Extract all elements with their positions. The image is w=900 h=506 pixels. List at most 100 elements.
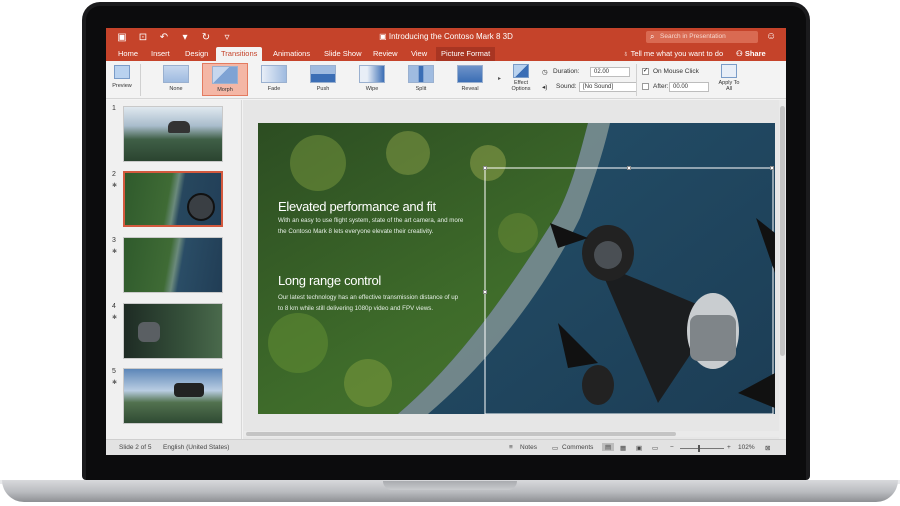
zoom-slider-thumb[interactable] <box>698 445 700 452</box>
transition-reveal[interactable]: Reveal <box>447 63 493 96</box>
reading-view-icon[interactable]: ▣ <box>636 444 642 452</box>
duration-label: Duration: <box>553 68 580 75</box>
tab-home[interactable]: Home <box>113 47 143 61</box>
ribbon-divider <box>140 64 141 96</box>
search-input[interactable]: ⌕ Search in Presentation <box>646 31 758 43</box>
horizontal-scrollbar[interactable] <box>244 431 779 437</box>
tab-picture-format[interactable]: Picture Format <box>436 47 496 61</box>
transition-split-icon <box>408 65 434 83</box>
lightbulb-icon: ♁ <box>623 49 631 58</box>
current-slide[interactable]: Elevated performance and fit With an eas… <box>258 123 775 414</box>
slide-body-2-line-2[interactable]: to 8 km while still delivering 1080p vid… <box>278 304 433 315</box>
slide-thumbnail-4[interactable] <box>123 303 223 359</box>
apply-to-all-button[interactable]: Apply To All <box>716 63 742 92</box>
tab-slide-show[interactable]: Slide Show <box>319 47 367 61</box>
slide-number: 5 <box>112 368 116 375</box>
sound-label: Sound: <box>556 83 577 90</box>
ribbon-tab-bar: Home Insert Design Transitions Animation… <box>106 47 786 61</box>
tab-design[interactable]: Design <box>180 47 213 61</box>
slide-thumbnail-pane: 1 2 ✱ 3 ✱ 4 ✱ 5 ✱ <box>106 100 242 439</box>
slideshow-icon[interactable]: ▭ <box>652 444 658 452</box>
transition-fade[interactable]: Fade <box>251 63 297 96</box>
duration-field[interactable]: 02.00 <box>590 67 630 77</box>
language-indicator[interactable]: English (United States) <box>163 444 229 451</box>
tab-insert[interactable]: Insert <box>146 47 175 61</box>
fit-to-window-icon[interactable]: ⊠ <box>765 444 770 452</box>
after-field[interactable]: 00.00 <box>669 82 709 92</box>
ribbon-divider <box>636 64 637 96</box>
comments-button[interactable]: Comments <box>562 444 593 451</box>
slide-body-1-line-1[interactable]: With an easy to use flight system, state… <box>278 216 463 227</box>
zoom-slider[interactable] <box>680 448 724 449</box>
on-mouse-click-checkbox[interactable]: ✓ <box>642 68 649 75</box>
slide-thumbnail-2[interactable] <box>123 171 223 227</box>
slide-number: 2 <box>112 171 116 178</box>
feedback-smiley-icon[interactable]: ☺ <box>766 31 776 42</box>
transition-morph[interactable]: Morph <box>202 63 248 96</box>
sound-select[interactable]: [No Sound] <box>579 82 637 92</box>
slide-heading-2[interactable]: Long range control <box>278 273 381 288</box>
tell-me-box[interactable]: ♁ Tell me what you want to do <box>623 47 723 61</box>
vertical-scrollbar[interactable] <box>779 100 786 439</box>
transition-none[interactable]: None <box>153 63 199 96</box>
transition-morph-icon <box>212 66 238 84</box>
transition-fade-icon <box>261 65 287 83</box>
slide-thumbnail-1[interactable] <box>123 106 223 162</box>
clock-icon: ◷ <box>542 69 548 76</box>
status-bar: Slide 2 of 5 English (United States) ≡ N… <box>106 439 786 455</box>
comments-icon: ▭ <box>552 445 559 452</box>
transition-star-icon: ✱ <box>112 315 118 321</box>
transition-none-icon <box>163 65 189 83</box>
resize-handle[interactable] <box>483 166 487 170</box>
resize-handle[interactable] <box>483 290 487 294</box>
transition-wipe-icon <box>359 65 385 83</box>
slide-thumbnail-3[interactable] <box>123 237 223 293</box>
tab-animations[interactable]: Animations <box>268 47 315 61</box>
resize-handle[interactable] <box>627 166 631 170</box>
after-label: After: <box>653 83 669 90</box>
slide-body-2-line-1[interactable]: Our latest technology has an effective t… <box>278 293 458 304</box>
laptop-notch <box>383 481 517 490</box>
preview-button[interactable]: Preview <box>109 63 135 89</box>
transition-push[interactable]: Push <box>300 63 346 96</box>
laptop-mockup: ▣ ⊡ ↶ ▾ ↻ ▿ ▣ Introducing the Contoso Ma… <box>0 0 900 506</box>
normal-view-icon[interactable]: ▤ <box>602 443 615 451</box>
tab-review[interactable]: Review <box>368 47 403 61</box>
slide-number: 4 <box>112 303 116 310</box>
slide-sorter-icon[interactable]: ▦ <box>620 444 626 452</box>
transition-reveal-icon <box>457 65 483 83</box>
notes-button[interactable]: Notes <box>520 444 537 451</box>
title-bar: ▣ ⊡ ↶ ▾ ↻ ▿ ▣ Introducing the Contoso Ma… <box>106 28 786 47</box>
slide-indicator: Slide 2 of 5 <box>119 444 152 451</box>
transition-split[interactable]: Split <box>398 63 444 96</box>
slide-heading-1[interactable]: Elevated performance and fit <box>278 199 436 214</box>
powerpoint-doc-icon: ▣ <box>379 32 389 41</box>
transitions-ribbon: Preview None Morph Fade Push Wipe Split … <box>106 61 786 99</box>
sound-icon: ◂) <box>542 84 548 91</box>
on-mouse-click-label: On Mouse Click <box>653 68 699 75</box>
tab-view[interactable]: View <box>406 47 432 61</box>
slide-body-1-line-2[interactable]: the Contoso Mark 8 lets everyone elevate… <box>278 227 433 238</box>
transition-star-icon: ✱ <box>112 183 118 189</box>
share-button[interactable]: ⚇ Share <box>736 47 766 61</box>
zoom-in-icon[interactable]: + <box>727 444 731 451</box>
slide-background-image <box>258 123 775 414</box>
apply-to-all-icon <box>721 64 737 78</box>
share-icon: ⚇ <box>736 49 745 58</box>
transition-push-icon <box>310 65 336 83</box>
zoom-level[interactable]: 102% <box>738 444 755 451</box>
transition-wipe[interactable]: Wipe <box>349 63 395 96</box>
after-checkbox[interactable] <box>642 83 649 90</box>
slide-thumbnail-5[interactable] <box>123 368 223 424</box>
search-icon: ⌕ <box>650 32 655 41</box>
gallery-more-arrow-icon[interactable]: ▸ <box>498 75 501 82</box>
slide-number: 1 <box>112 105 116 112</box>
preview-icon <box>114 65 130 79</box>
zoom-out-icon[interactable]: − <box>670 444 674 451</box>
transition-star-icon: ✱ <box>112 380 118 386</box>
powerpoint-window: ▣ ⊡ ↶ ▾ ↻ ▿ ▣ Introducing the Contoso Ma… <box>106 28 786 455</box>
tab-transitions[interactable]: Transitions <box>216 47 263 61</box>
resize-handle[interactable] <box>770 166 774 170</box>
effect-options-button[interactable]: Effect Options <box>507 63 535 92</box>
transition-star-icon: ✱ <box>112 249 118 255</box>
